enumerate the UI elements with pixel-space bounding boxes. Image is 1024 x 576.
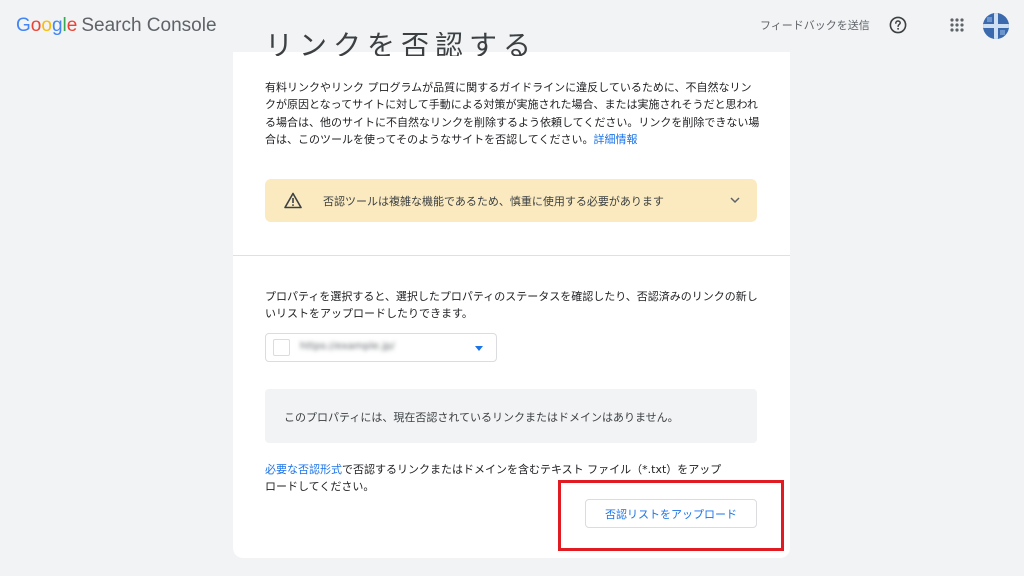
help-icon[interactable]: [889, 16, 907, 34]
description-text: 有料リンクやリンク プログラムが品質に関するガイドラインに違反しているために、不…: [265, 81, 760, 147]
avatar-image: [983, 13, 1009, 39]
dropdown-arrow-icon: [475, 346, 483, 351]
warning-icon: [284, 192, 302, 209]
learn-more-link[interactable]: 詳細情報: [593, 133, 637, 146]
disavow-card: リンクを否認する 有料リンクやリンク プログラムが品質に関するガイドラインに違反…: [233, 32, 790, 558]
apps-grid-icon[interactable]: [950, 18, 964, 32]
warning-banner[interactable]: 否認ツールは複雑な機能であるため、慎重に使用する必要があります: [265, 179, 757, 222]
send-feedback-link[interactable]: フィードバックを送信: [760, 17, 870, 33]
account-avatar[interactable]: [983, 13, 1009, 39]
upload-disavow-list-button[interactable]: 否認リストをアップロード: [585, 499, 757, 528]
logo-google-wordmark: Google: [16, 15, 78, 36]
logo-product-name: Search Console: [81, 15, 217, 36]
site-favicon-icon: [273, 339, 290, 356]
selected-property-value: https://example.jp/: [300, 341, 395, 352]
tool-description: 有料リンクやリンク プログラムが品質に関するガイドラインに違反しているために、不…: [265, 79, 761, 149]
google-search-console-logo[interactable]: Google Search Console: [16, 14, 217, 38]
property-select[interactable]: https://example.jp/: [265, 333, 497, 362]
section-divider: [233, 255, 790, 256]
warning-text: 否認ツールは複雑な機能であるため、慎重に使用する必要があります: [323, 195, 664, 208]
page-title-clipped: リンクを否認する: [233, 32, 790, 56]
upload-instructions: 必要な否認形式で否認するリンクまたはドメインを含むテキスト ファイル（*.txt…: [265, 461, 725, 495]
empty-state-message: このプロパティには、現在否認されているリンクまたはドメインはありません。: [284, 411, 679, 424]
disavow-format-link[interactable]: 必要な否認形式: [265, 463, 342, 476]
empty-state-box: このプロパティには、現在否認されているリンクまたはドメインはありません。: [265, 389, 757, 443]
chevron-down-icon[interactable]: [729, 195, 741, 205]
property-description: プロパティを選択すると、選択したプロパティのステータスを確認したり、否認済みのリ…: [265, 290, 758, 320]
page-title: リンクを否認する: [265, 32, 538, 56]
